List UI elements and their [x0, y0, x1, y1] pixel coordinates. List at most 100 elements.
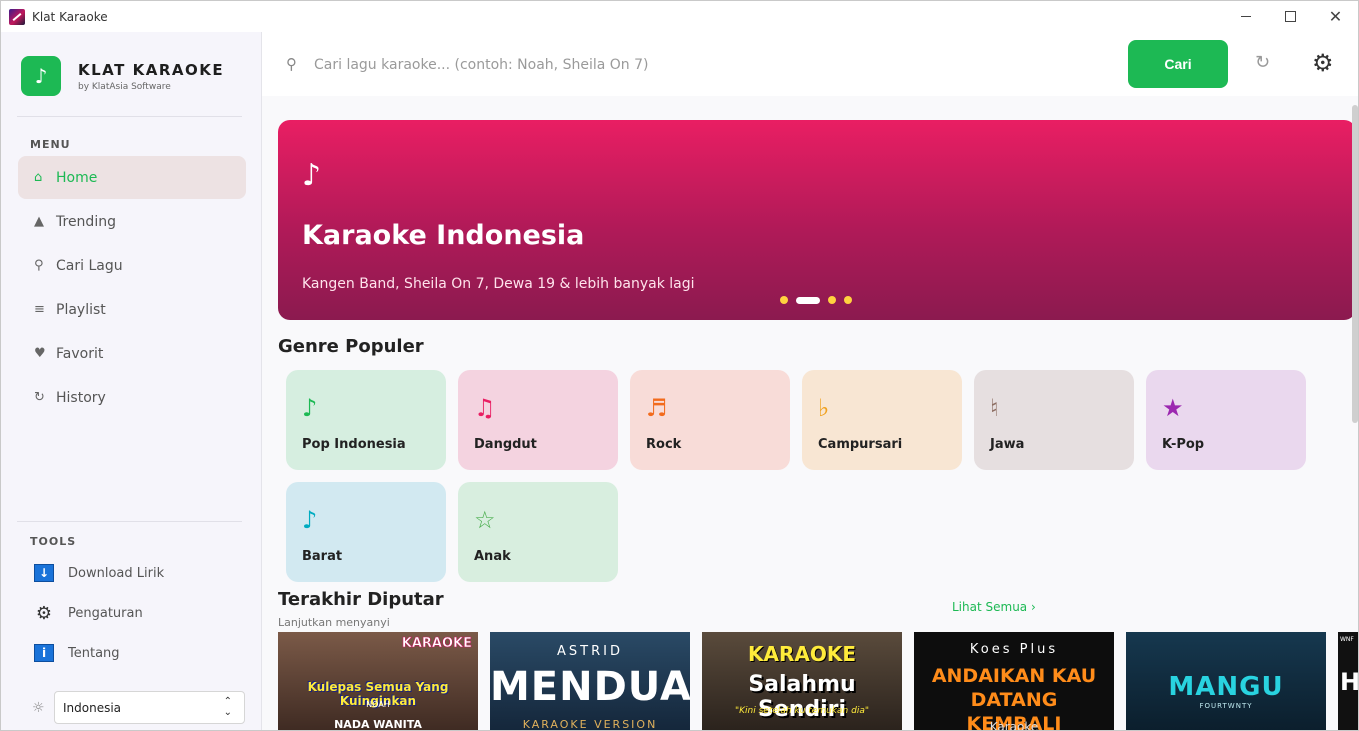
refresh-icon[interactable]: ↻	[1255, 52, 1270, 73]
recent-thumbnail[interactable]: MANGU FOURTWNTY	[1126, 632, 1326, 730]
sidebar-item-label: Playlist	[56, 301, 106, 318]
genre-card-k-pop[interactable]: ★ K-Pop	[1146, 370, 1306, 470]
tool-label: Download Lirik	[68, 565, 165, 581]
genre-label: Dangdut	[474, 437, 537, 452]
tool-tentang[interactable]: i Tentang	[34, 644, 120, 662]
chevron-updown-icon: ⌃ ⌄	[223, 696, 232, 718]
maximize-button[interactable]	[1268, 1, 1313, 32]
genre-label: Barat	[302, 549, 343, 564]
genre-card-rock[interactable]: ♬ Rock	[630, 370, 790, 470]
carousel-dot[interactable]	[780, 296, 788, 304]
genre-label: Jawa	[990, 437, 1025, 452]
sidebar-item-label: Cari Lagu	[56, 257, 123, 274]
search-input[interactable]	[314, 48, 1094, 82]
top-bar: ⚲ Cari ↻ ⚙	[262, 32, 1358, 96]
recent-thumbnail[interactable]: ASTRID MENDUA KARAOKE VERSION	[490, 632, 690, 730]
search-button[interactable]: Cari	[1128, 40, 1228, 88]
sidebar-item-history[interactable]: ↻ History	[18, 376, 246, 419]
genre-card-campursari[interactable]: ♭ Campursari	[802, 370, 962, 470]
genre-section-title: Genre Populer	[278, 336, 424, 357]
theme-toggle-icon[interactable]: ☼	[32, 700, 54, 716]
genre-label: K-Pop	[1162, 437, 1205, 452]
genre-label: Rock	[646, 437, 682, 452]
hero-banner[interactable]: ♪ Karaoke Indonesia Kangen Band, Sheila …	[278, 120, 1356, 320]
recent-thumbnail[interactable]: KARAOKE Salahmu Sendiri "Kini setelah ku…	[702, 632, 902, 730]
sidebar-item-home[interactable]: ⌂ Home	[18, 156, 246, 199]
recent-thumbnail[interactable]: WNF H	[1338, 632, 1358, 730]
music-notes-icon: ♬	[646, 394, 668, 422]
main-scrollbar[interactable]	[1352, 105, 1358, 423]
brand-subtitle: by KlatAsia Software	[78, 81, 171, 92]
genre-label: Anak	[474, 549, 511, 564]
app-logo-icon	[9, 8, 25, 25]
recent-thumbnail[interactable]: Koes Plus ANDAIKAN KAU DATANG KEMBALI Ka…	[914, 632, 1114, 730]
window-title: Klat Karaoke	[32, 9, 108, 24]
brand-name: KLAT KARAOKE	[78, 60, 225, 79]
sidebar-item-favorit[interactable]: ♥ Favorit	[18, 332, 246, 375]
genre-label: Campursari	[818, 437, 903, 452]
flat-icon: ♭	[818, 394, 830, 422]
sidebar-item-label: Home	[56, 169, 98, 186]
tool-label: Pengaturan	[68, 605, 143, 621]
sidebar-item-cari-lagu[interactable]: ⚲ Cari Lagu	[18, 244, 246, 287]
region-row: ☼ Indonesia ⌃ ⌄	[32, 691, 245, 724]
trending-icon: ▲	[34, 214, 44, 229]
genre-card-pop-indonesia[interactable]: ♪ Pop Indonesia	[286, 370, 446, 470]
genre-label: Pop Indonesia	[302, 437, 406, 452]
heart-icon: ♥	[34, 346, 46, 361]
main-content: ♪ Karaoke Indonesia Kangen Band, Sheila …	[262, 96, 1358, 730]
home-icon: ⌂	[34, 170, 43, 185]
sidebar-item-label: Favorit	[56, 345, 104, 362]
menu-section-label: MENU	[30, 138, 71, 151]
close-button[interactable]: ✕	[1313, 1, 1358, 32]
sidebar-item-label: Trending	[56, 213, 116, 230]
sidebar-item-trending[interactable]: ▲ Trending	[18, 200, 246, 243]
natural-icon: ♮	[990, 394, 999, 422]
carousel-dot-active[interactable]	[796, 296, 820, 304]
banner-title: Karaoke Indonesia	[302, 220, 585, 251]
search-icon: ⚲	[34, 258, 44, 273]
divider	[17, 521, 242, 522]
carousel-dot[interactable]	[828, 296, 836, 304]
search-icon: ⚲	[286, 55, 297, 73]
brand: ♪ KLAT KARAOKE by KlatAsia Software	[21, 56, 224, 96]
history-icon: ↻	[34, 390, 45, 405]
sidebar-item-label: History	[56, 389, 106, 406]
divider	[17, 116, 242, 117]
music-notes-icon: ♫	[474, 394, 496, 422]
music-note-icon: ♪	[302, 506, 318, 534]
gear-icon[interactable]: ⚙	[1312, 49, 1334, 77]
window-controls: ✕	[1223, 1, 1358, 32]
genre-card-jawa[interactable]: ♮ Jawa	[974, 370, 1134, 470]
list-icon: ≡	[34, 302, 45, 317]
star-icon: ★	[1162, 394, 1184, 422]
star-outline-icon: ☆	[474, 506, 496, 534]
banner-subtitle: Kangen Band, Sheila On 7, Dewa 19 & lebi…	[302, 276, 695, 292]
genre-card-barat[interactable]: ♪ Barat	[286, 482, 446, 582]
genre-card-dangdut[interactable]: ♫ Dangdut	[458, 370, 618, 470]
minimize-button[interactable]	[1223, 1, 1268, 32]
info-icon: i	[34, 644, 54, 662]
tool-download-lirik[interactable]: ↓ Download Lirik	[34, 564, 164, 582]
see-all-link[interactable]: Lihat Semua ›	[952, 600, 1036, 614]
region-selected-value: Indonesia	[63, 700, 122, 715]
region-select[interactable]: Indonesia ⌃ ⌄	[54, 691, 245, 724]
title-bar: Klat Karaoke ✕	[1, 1, 1358, 32]
tools-section-label: TOOLS	[30, 535, 77, 548]
genre-card-anak[interactable]: ☆ Anak	[458, 482, 618, 582]
sidebar: ♪ KLAT KARAOKE by KlatAsia Software MENU…	[1, 32, 262, 730]
music-note-icon: ♪	[302, 394, 318, 422]
sidebar-item-playlist[interactable]: ≡ Playlist	[18, 288, 246, 331]
carousel-dot[interactable]	[844, 296, 852, 304]
gear-icon: ⚙	[35, 602, 53, 624]
music-note-icon: ♪	[302, 158, 322, 193]
tool-pengaturan[interactable]: ⚙ Pengaturan	[34, 602, 143, 624]
recent-section-subtitle: Lanjutkan menyanyi	[278, 616, 390, 629]
download-icon: ↓	[34, 564, 54, 582]
recent-thumbnail[interactable]: KARAOKE Kulepas Semua Yang Kuinginkan NO…	[278, 632, 478, 730]
tool-label: Tentang	[68, 645, 120, 661]
music-note-icon: ♪	[21, 56, 61, 96]
app-window: Klat Karaoke ✕ ♪ KLAT KARAOKE by KlatAsi…	[0, 0, 1359, 731]
carousel-dots	[780, 296, 860, 304]
recent-section-title: Terakhir Diputar	[278, 589, 444, 610]
